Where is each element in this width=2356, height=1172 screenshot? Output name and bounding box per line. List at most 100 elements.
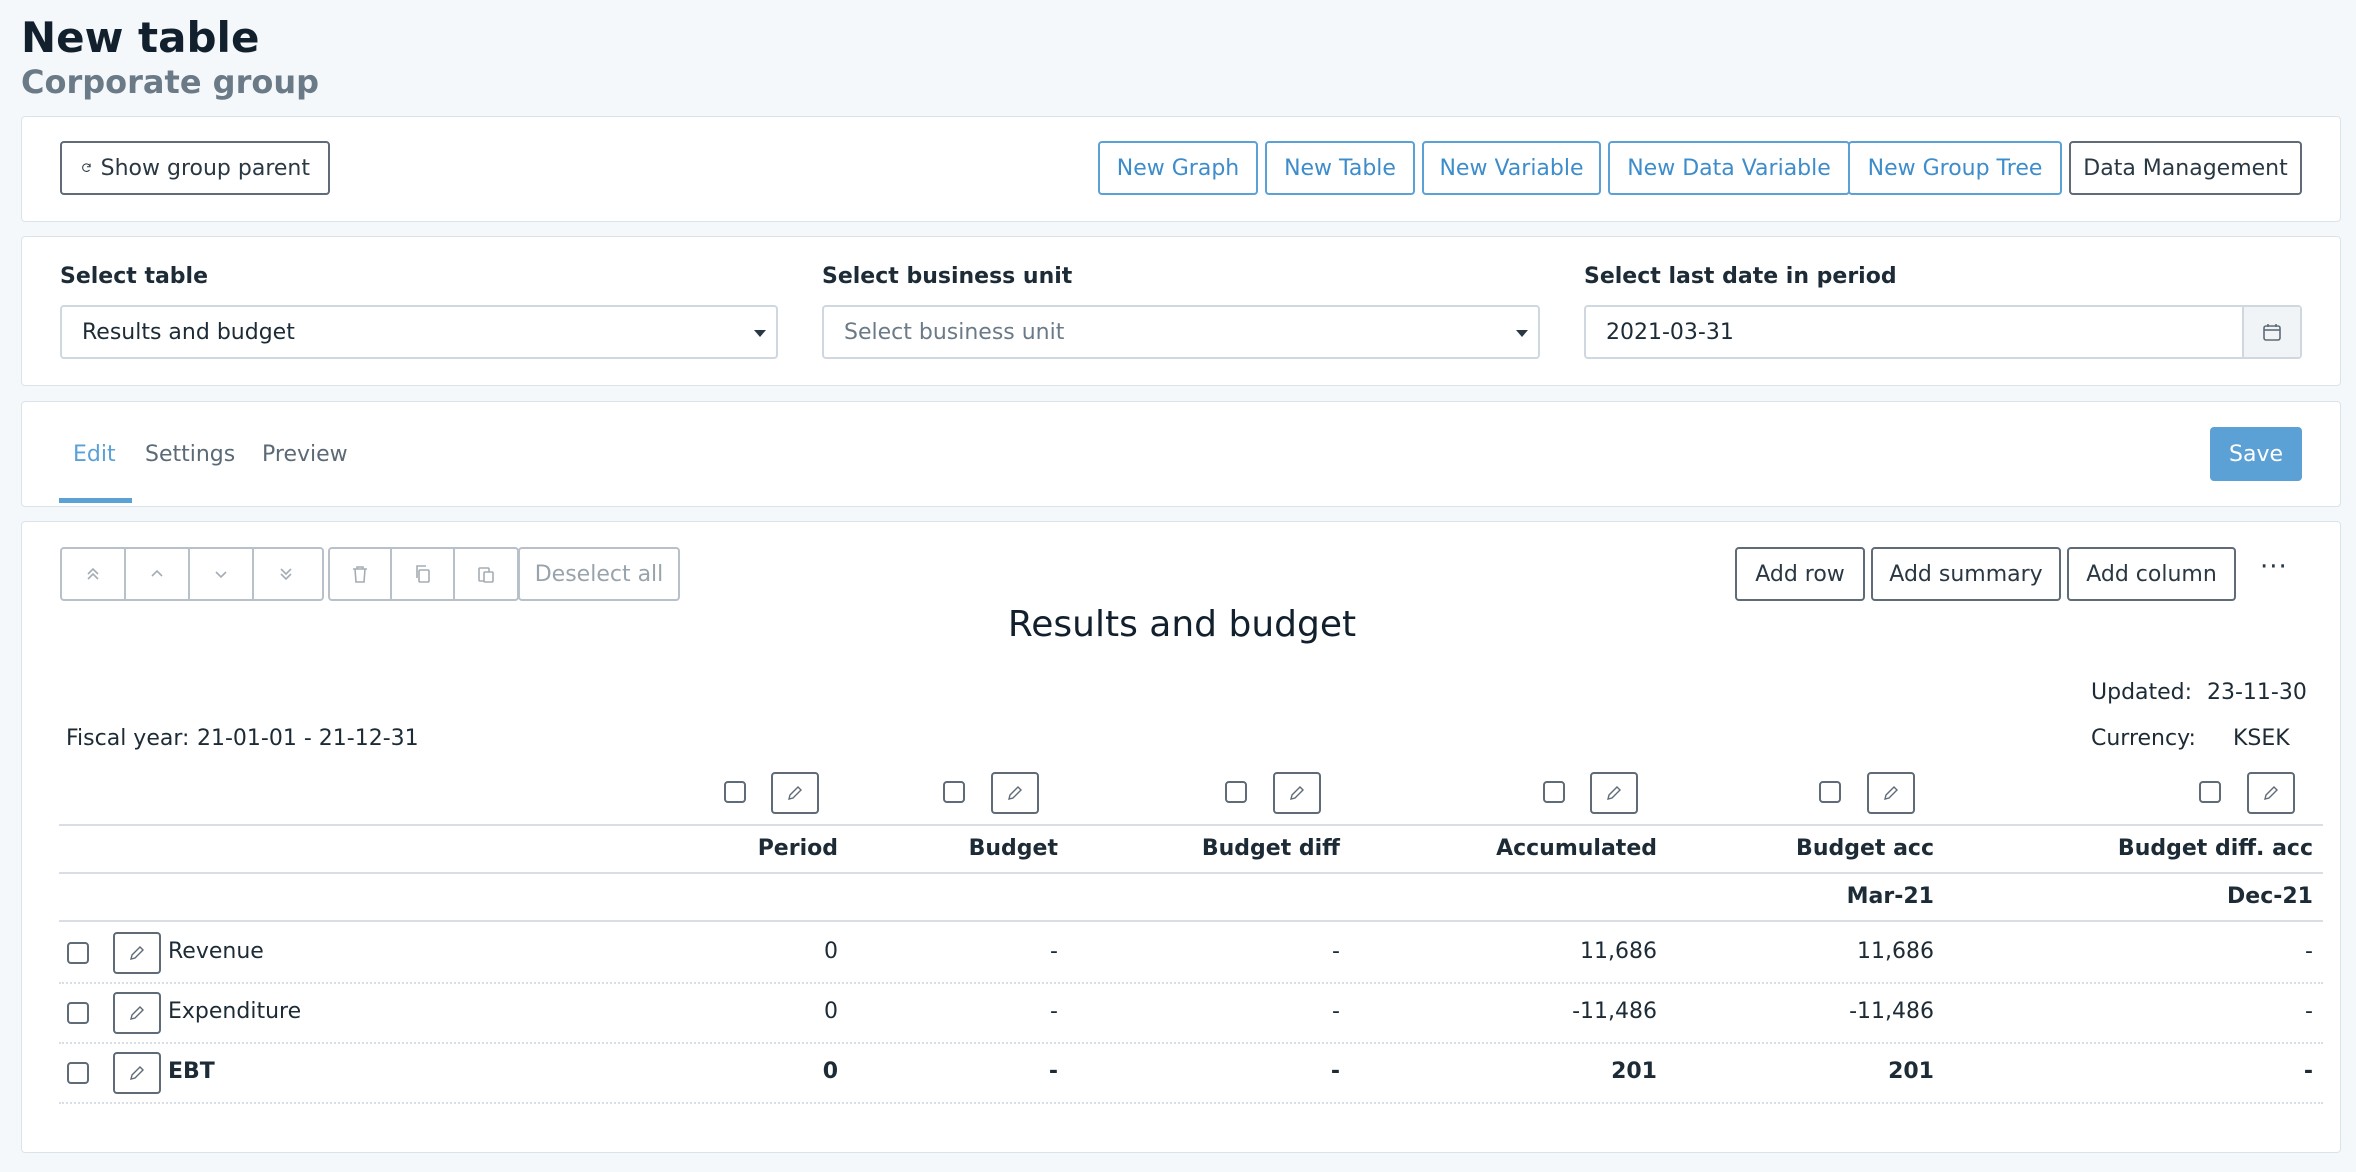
- date-value: 2021-03-31: [1606, 319, 1734, 345]
- cell-budget-diff-acc: -: [2303, 1059, 2313, 1084]
- move-up-button[interactable]: [126, 549, 190, 599]
- pencil-icon: [788, 786, 802, 800]
- cell-budget: -: [1050, 939, 1058, 964]
- row-divider: [59, 1042, 2323, 1044]
- paste-button[interactable]: [455, 549, 517, 599]
- edit-button-group: [328, 547, 519, 601]
- row-checkbox[interactable]: [67, 942, 89, 964]
- row-edit-button[interactable]: [113, 1052, 161, 1094]
- table-header-divider: [59, 872, 2323, 874]
- save-button[interactable]: Save: [2210, 427, 2302, 481]
- column-checkbox[interactable]: [943, 781, 965, 803]
- show-group-parent-button[interactable]: Show group parent: [60, 141, 330, 195]
- fiscal-year-value: 21-01-01 - 21-12-31: [197, 726, 419, 751]
- pencil-icon: [1884, 786, 1898, 800]
- cell-budget-acc: 11,686: [1857, 939, 1934, 964]
- cell-period: 0: [824, 939, 838, 964]
- column-edit-button[interactable]: [1590, 772, 1638, 814]
- column-header-period: Period: [757, 836, 838, 861]
- cell-budget-diff: -: [1330, 1059, 1340, 1084]
- tab-preview[interactable]: Preview: [262, 442, 348, 467]
- new-graph-button[interactable]: New Graph: [1098, 141, 1258, 195]
- table-editor-card: Deselect all Add row Add summary Add col…: [21, 521, 2341, 1153]
- pencil-icon: [130, 1066, 144, 1080]
- pencil-icon: [1290, 786, 1304, 800]
- cell-period: 0: [824, 999, 838, 1024]
- new-group-tree-button[interactable]: New Group Tree: [1848, 141, 2062, 195]
- column-edit-button[interactable]: [1867, 772, 1915, 814]
- calendar-button[interactable]: [2242, 307, 2300, 357]
- column-edit-button[interactable]: [771, 772, 819, 814]
- delete-button[interactable]: [330, 549, 393, 599]
- column-header-budget: Budget: [968, 836, 1058, 861]
- cell-budget: -: [1050, 999, 1058, 1024]
- more-options-icon[interactable]: ···: [2260, 552, 2288, 582]
- column-checkbox[interactable]: [1225, 781, 1247, 803]
- new-table-button[interactable]: New Table: [1265, 141, 1415, 195]
- select-date-label: Select last date in period: [1584, 264, 1897, 289]
- table-body-top-border: [59, 920, 2323, 922]
- row-label: Expenditure: [168, 999, 302, 1024]
- date-input[interactable]: 2021-03-31: [1584, 305, 2302, 359]
- cell-budget-diff: -: [1332, 939, 1340, 964]
- copy-icon: [415, 565, 430, 583]
- double-chevron-down-icon: [280, 568, 292, 581]
- move-down-button[interactable]: [190, 549, 254, 599]
- pencil-icon: [130, 1006, 144, 1020]
- chevron-up-icon: [151, 569, 163, 577]
- cell-budget: -: [1048, 1059, 1058, 1084]
- add-summary-button[interactable]: Add summary: [1871, 547, 2061, 601]
- row-edit-button[interactable]: [113, 992, 161, 1034]
- row-checkbox[interactable]: [67, 1002, 89, 1024]
- column-subheader-budget-diff-acc: Dec-21: [2227, 884, 2313, 909]
- deselect-all-button[interactable]: Deselect all: [518, 547, 680, 601]
- select-business-unit-label: Select business unit: [822, 264, 1073, 289]
- copy-button[interactable]: [392, 549, 455, 599]
- tab-settings[interactable]: Settings: [145, 442, 235, 467]
- add-column-button[interactable]: Add column: [2067, 547, 2236, 601]
- column-checkbox[interactable]: [1543, 781, 1565, 803]
- cell-period: 0: [822, 1059, 838, 1084]
- trash-icon: [353, 566, 368, 583]
- updated-value: 23-11-30: [2207, 680, 2307, 705]
- select-table-value: Results and budget: [82, 319, 295, 345]
- tabs-card: Edit Settings Preview Save: [21, 401, 2341, 507]
- calendar-icon: [2263, 324, 2281, 341]
- tab-edit[interactable]: Edit: [73, 442, 116, 467]
- page-title: New table: [21, 13, 260, 62]
- move-to-top-button[interactable]: [62, 549, 126, 599]
- column-checkbox[interactable]: [724, 781, 746, 803]
- caret-down-icon: [1516, 330, 1528, 337]
- cell-budget-diff-acc: -: [2305, 939, 2313, 964]
- fiscal-year-label: Fiscal year:: [66, 726, 190, 751]
- updated-label: Updated:: [2091, 680, 2193, 705]
- refresh-icon: [82, 163, 91, 172]
- select-business-unit-placeholder: Select business unit: [844, 319, 1065, 345]
- data-management-button[interactable]: Data Management: [2069, 141, 2302, 195]
- row-divider: [59, 1102, 2323, 1104]
- column-header-accumulated: Accumulated: [1496, 836, 1657, 861]
- currency-value: KSEK: [2233, 726, 2290, 751]
- row-checkbox[interactable]: [67, 1062, 89, 1084]
- column-checkbox[interactable]: [2199, 781, 2221, 803]
- page-subtitle: Corporate group: [21, 63, 320, 101]
- select-business-unit-dropdown[interactable]: Select business unit: [822, 305, 1540, 359]
- cell-budget-acc: -11,486: [1849, 999, 1934, 1024]
- pencil-icon: [130, 946, 144, 960]
- add-row-button[interactable]: Add row: [1735, 547, 1865, 601]
- new-variable-button[interactable]: New Variable: [1422, 141, 1601, 195]
- column-edit-button[interactable]: [2247, 772, 2295, 814]
- column-edit-button[interactable]: [1273, 772, 1321, 814]
- pencil-icon: [2264, 786, 2278, 800]
- column-edit-button[interactable]: [991, 772, 1039, 814]
- row-divider: [59, 982, 2323, 984]
- row-edit-button[interactable]: [113, 932, 161, 974]
- move-to-bottom-button[interactable]: [254, 549, 318, 599]
- column-checkbox[interactable]: [1819, 781, 1841, 803]
- select-table-dropdown[interactable]: Results and budget: [60, 305, 778, 359]
- new-data-variable-button[interactable]: New Data Variable: [1608, 141, 1850, 195]
- pencil-icon: [1008, 786, 1022, 800]
- table-header-top-border: [59, 824, 2323, 826]
- cell-budget-diff: -: [1332, 999, 1340, 1024]
- currency-label: Currency:: [2091, 726, 2196, 751]
